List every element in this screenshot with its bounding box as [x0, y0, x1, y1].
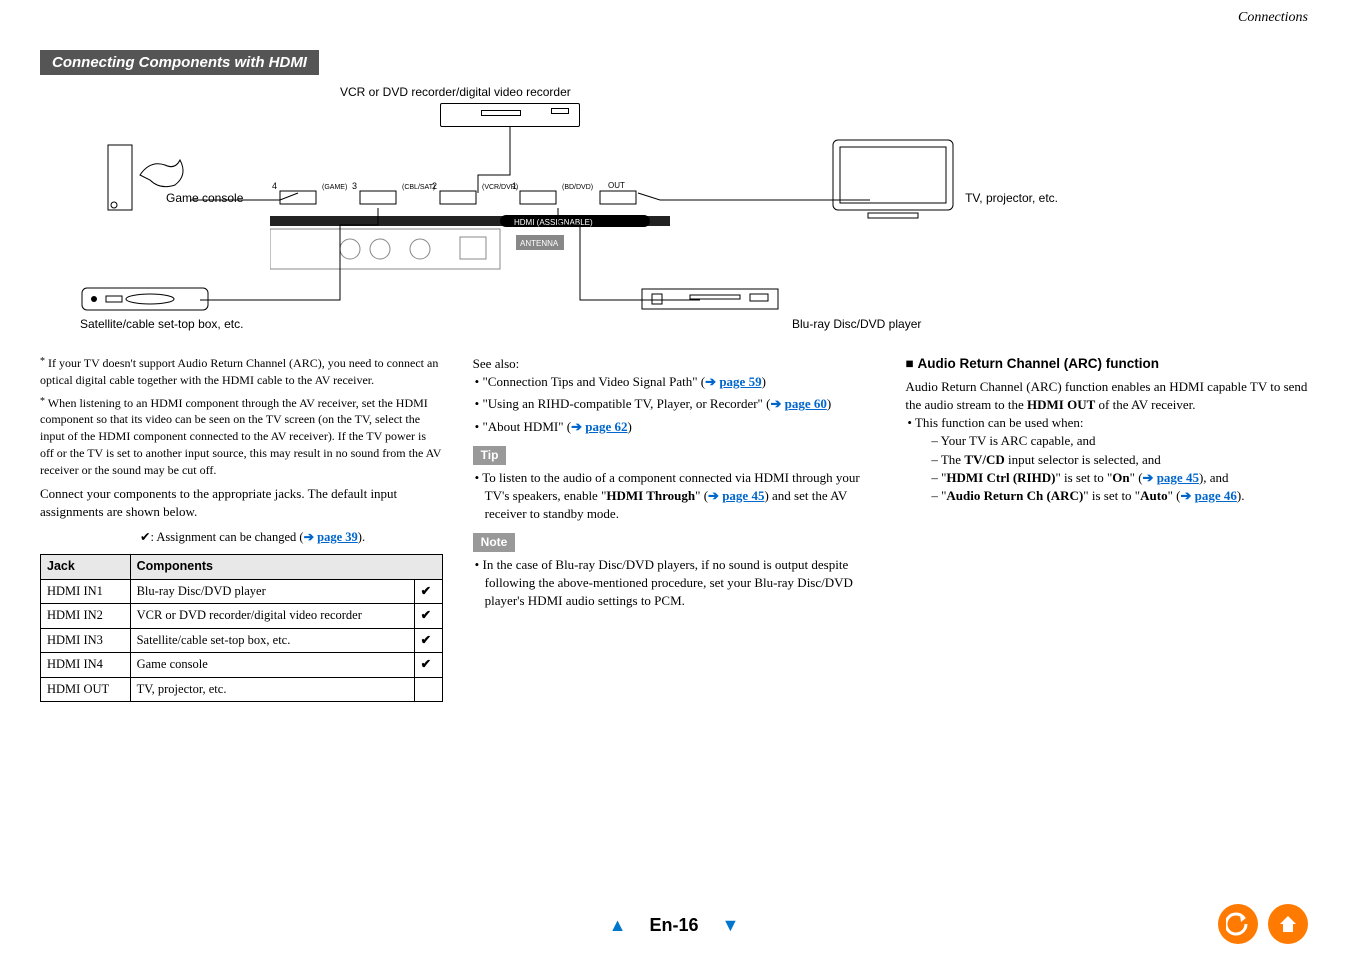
see-also: See also: [473, 355, 876, 373]
arc-intro: Audio Return Channel (ARC) function enab… [905, 378, 1308, 414]
stb-label: Satellite/cable set-top box, etc. [80, 317, 243, 331]
arrow-icon: ➔ [1180, 488, 1194, 503]
back-button[interactable] [1218, 904, 1258, 944]
table-row: HDMI IN4Game console✔ [41, 653, 443, 678]
list-item: "Connection Tips and Video Signal Path" … [473, 373, 876, 391]
list-item: "HDMI Ctrl (RIHD)" is set to "On" (➔ pag… [931, 469, 1308, 487]
th-components: Components [130, 555, 442, 580]
page-60-link[interactable]: page 60 [785, 396, 827, 411]
bd-icon [640, 285, 780, 315]
th-jack: Jack [41, 555, 131, 580]
bd-device [640, 285, 780, 319]
list-item: The TV/CD input selector is selected, an… [931, 451, 1308, 469]
tip-tag: Tip [473, 446, 507, 465]
home-icon [1276, 912, 1300, 936]
list-item: To listen to the audio of a component co… [473, 469, 876, 524]
content-columns: * If your TV doesn't support Audio Retur… [40, 355, 1308, 702]
arrow-icon: ➔ [708, 488, 722, 503]
arc-list: This function can be used when: Your TV … [905, 414, 1308, 505]
legend-pre: ✔: Assignment can be changed ( [140, 530, 304, 544]
page-number: En-16 [649, 915, 698, 935]
jack-table: Jack Components HDMI IN1Blu-ray Disc/DVD… [40, 554, 443, 702]
arrow-icon: ➔ [770, 396, 784, 411]
page-39-link[interactable]: page 39 [317, 530, 358, 544]
tip-list: To listen to the audio of a component co… [473, 469, 876, 524]
column-3: ■Audio Return Channel (ARC) function Aud… [905, 355, 1308, 702]
table-row: HDMI IN2VCR or DVD recorder/digital vide… [41, 604, 443, 629]
page-45-link[interactable]: page 45 [722, 488, 764, 503]
home-button[interactable] [1268, 904, 1308, 944]
column-2: See also: "Connection Tips and Video Sig… [473, 355, 876, 702]
page-46-link[interactable]: page 46 [1195, 488, 1237, 503]
section-title: Connecting Components with HDMI [40, 50, 319, 75]
list-item: "Using an RIHD-compatible TV, Player, or… [473, 395, 876, 413]
legend-post: ). [358, 530, 365, 544]
arrow-icon: ➔ [1143, 470, 1157, 485]
back-arrow-icon [1226, 912, 1250, 936]
bd-label: Blu-ray Disc/DVD player [792, 317, 921, 331]
footnote-1: * If your TV doesn't support Audio Retur… [40, 355, 443, 389]
col1-intro: Connect your components to the appropria… [40, 485, 443, 521]
list-item: This function can be used when: Your TV … [905, 414, 1308, 505]
table-row: HDMI OUTTV, projector, etc. [41, 677, 443, 702]
list-item: Your TV is ARC capable, and [931, 432, 1308, 450]
next-page-button[interactable]: ▼ [722, 915, 740, 936]
see-also-list: "Connection Tips and Video Signal Path" … [473, 373, 876, 436]
page-62-link[interactable]: page 62 [585, 419, 627, 434]
stb-icon [80, 280, 210, 316]
prev-page-button[interactable]: ▲ [609, 915, 627, 936]
table-legend: ✔: Assignment can be changed (➔ page 39)… [40, 529, 443, 547]
list-item: "Audio Return Ch (ARC)" is set to "Auto"… [931, 487, 1308, 505]
page-45-link-b[interactable]: page 45 [1157, 470, 1199, 485]
connection-diagram: VCR or DVD recorder/digital video record… [40, 85, 1308, 335]
table-row: HDMI IN3Satellite/cable set-top box, etc… [41, 628, 443, 653]
arrow-icon: ➔ [571, 419, 585, 434]
stb-device [80, 280, 210, 320]
arc-conditions: Your TV is ARC capable, and The TV/CD in… [917, 432, 1308, 505]
square-icon: ■ [905, 356, 913, 371]
arc-subhead: ■Audio Return Channel (ARC) function [905, 355, 1308, 374]
arrow-icon: ➔ [705, 374, 719, 389]
footer-nav-icons [1218, 904, 1308, 944]
page-59-link[interactable]: page 59 [719, 374, 761, 389]
note-tag: Note [473, 533, 516, 552]
arrow-icon: ➔ [304, 530, 318, 544]
page-category: Connections [1238, 10, 1308, 26]
footnote-2: * When listening to an HDMI component th… [40, 395, 443, 479]
column-1: * If your TV doesn't support Audio Retur… [40, 355, 443, 702]
list-item: In the case of Blu-ray Disc/DVD players,… [473, 556, 876, 611]
note-list: In the case of Blu-ray Disc/DVD players,… [473, 556, 876, 611]
list-item: "About HDMI" (➔ page 62) [473, 418, 876, 436]
page-footer: ▲ En-16 ▼ [0, 915, 1348, 936]
table-row: HDMI IN1Blu-ray Disc/DVD player✔ [41, 579, 443, 604]
